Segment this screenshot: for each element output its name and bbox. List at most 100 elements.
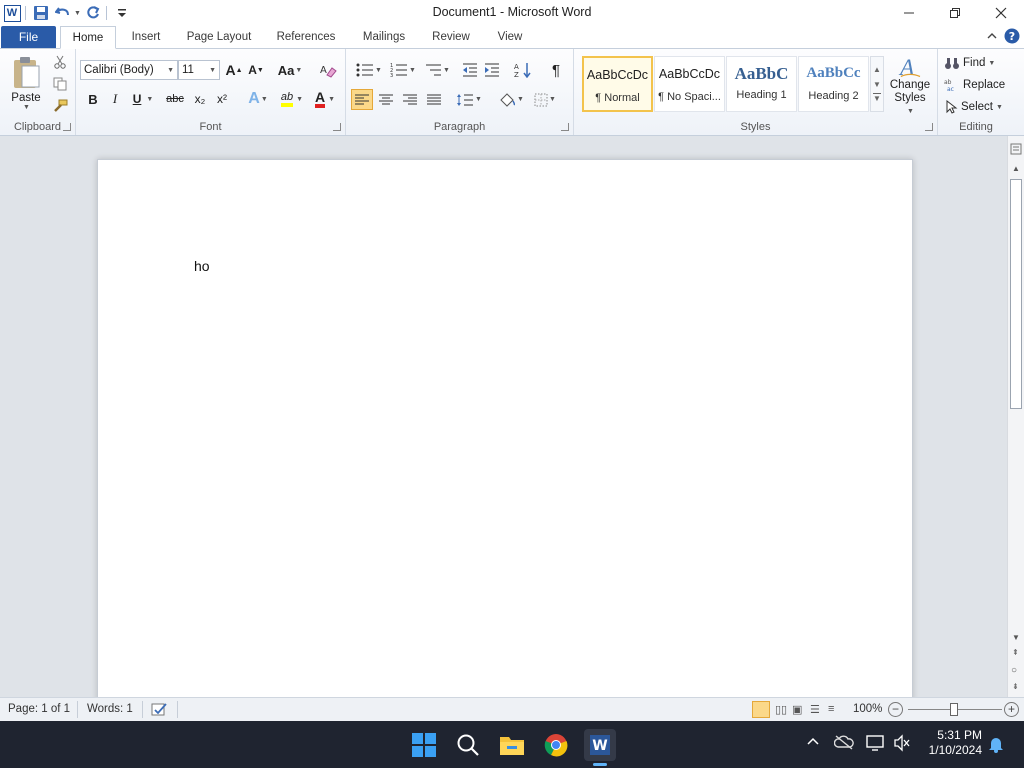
scrollbar-thumb[interactable] [1010, 179, 1022, 409]
font-size-combo[interactable]: 11 ▼ [178, 60, 220, 80]
tab-file[interactable]: File [1, 26, 56, 48]
shading-button[interactable]: ▼ [496, 89, 526, 110]
restore-button[interactable] [932, 0, 978, 26]
chrome-icon[interactable] [540, 729, 572, 761]
font-family-combo[interactable]: Calibri (Body) ▼ [80, 60, 178, 80]
window-title: Document1 - Microsoft Word [432, 5, 592, 19]
cut-button[interactable] [50, 53, 70, 71]
style-heading-1[interactable]: AaBbC Heading 1 [726, 56, 797, 112]
highlight-button[interactable]: ab ▼ [276, 89, 308, 109]
underline-button[interactable]: U ▼ [128, 89, 158, 109]
subscript-button[interactable]: x₂ [190, 89, 210, 109]
styles-more-icon[interactable]: ▼ [873, 93, 881, 103]
ruler-toggle-icon[interactable] [1010, 142, 1022, 156]
format-painter-button[interactable] [50, 97, 70, 115]
search-icon[interactable] [452, 729, 484, 761]
bullets-button[interactable]: ▼ [354, 60, 384, 80]
justify-button[interactable] [423, 89, 445, 110]
minimize-button[interactable] [886, 0, 932, 26]
change-case-button[interactable]: Aa ▼ [276, 60, 304, 80]
close-button[interactable] [978, 0, 1024, 26]
proofing-icon[interactable] [150, 701, 168, 721]
speaker-muted-icon[interactable] [893, 734, 911, 755]
zoom-level[interactable]: 100% [853, 703, 882, 715]
onedrive-icon[interactable] [833, 734, 854, 753]
scroll-up-icon[interactable]: ▲ [1012, 164, 1020, 173]
system-clock[interactable]: 5:31 PM 1/10/2024 [929, 728, 982, 758]
word-count[interactable]: Words: 1 [87, 703, 133, 715]
show-formatting-button[interactable]: ¶ [546, 60, 566, 80]
notification-bell-icon[interactable] [988, 735, 1004, 756]
styles-up-icon[interactable]: ▲ [873, 65, 881, 74]
paragraph-dialog-launcher[interactable] [561, 123, 569, 131]
tab-view[interactable]: View [488, 26, 532, 48]
web-layout-icon[interactable]: ▣ [792, 703, 802, 716]
styles-dialog-launcher[interactable] [925, 123, 933, 131]
increase-indent-button[interactable] [482, 60, 502, 80]
select-button[interactable]: Select ▼ [944, 97, 1012, 117]
next-page-icon[interactable]: ⇟ [1012, 682, 1019, 691]
tab-references[interactable]: References [268, 26, 344, 48]
styles-scroll[interactable]: ▲ ▼ ▼ [870, 56, 884, 112]
font-dialog-launcher[interactable] [333, 123, 341, 131]
scroll-down-icon[interactable]: ▼ [1012, 633, 1020, 642]
word-taskbar-icon[interactable]: W [584, 729, 616, 766]
print-layout-view-icon[interactable] [752, 701, 770, 718]
font-color-button[interactable]: A ▼ [310, 89, 340, 109]
strikethrough-button[interactable]: abc [164, 89, 186, 109]
tab-review[interactable]: Review [424, 26, 478, 48]
title-bar: W ▼ Document1 - Microsoft Word [0, 0, 1024, 26]
change-styles-button[interactable]: A Change Styles ▼ [886, 54, 934, 118]
display-icon[interactable] [866, 734, 886, 755]
style-normal[interactable]: AaBbCcDc ¶ Normal [582, 56, 653, 112]
grow-font-button[interactable]: A ▲ [224, 60, 244, 80]
outline-view-icon[interactable]: ☰ [810, 703, 820, 716]
status-separator [142, 701, 143, 718]
align-center-button[interactable] [375, 89, 397, 110]
find-button[interactable]: Find ▼ [944, 53, 1010, 73]
tab-mailings[interactable]: Mailings [354, 26, 414, 48]
svg-text:ac: ac [947, 86, 954, 92]
document-text[interactable]: ho [194, 258, 210, 274]
text-effects-button[interactable]: A ▼ [244, 89, 272, 109]
help-icon[interactable]: ? [1004, 28, 1020, 44]
minimize-ribbon-icon[interactable] [986, 31, 998, 41]
styles-down-icon[interactable]: ▼ [873, 80, 881, 89]
zoom-slider-thumb[interactable] [950, 703, 958, 716]
chevron-up-icon[interactable] [806, 735, 820, 752]
multilevel-list-button[interactable]: ▼ [422, 60, 452, 80]
draft-view-icon[interactable]: ≡ [828, 703, 834, 715]
borders-button[interactable]: ▼ [530, 89, 560, 110]
document-page[interactable]: ho [97, 159, 913, 697]
shrink-font-button[interactable]: A ▼ [246, 60, 266, 80]
windows-start-icon[interactable] [408, 729, 440, 761]
zoom-out-button[interactable]: − [888, 702, 903, 717]
tab-home[interactable]: Home [60, 26, 116, 49]
italic-button[interactable]: I [106, 89, 124, 109]
replace-button[interactable]: ab ac Replace [944, 75, 1014, 95]
paste-button[interactable]: Paste ▼ [6, 53, 46, 113]
file-explorer-icon[interactable] [496, 729, 528, 761]
numbering-button[interactable]: 1 2 3 ▼ [388, 60, 418, 80]
clipboard-dialog-launcher[interactable] [63, 123, 71, 131]
previous-page-icon[interactable]: ⇞ [1012, 648, 1019, 657]
tab-insert[interactable]: Insert [122, 26, 170, 48]
sort-button[interactable]: AZ [512, 60, 534, 80]
line-spacing-button[interactable]: ▼ [454, 89, 484, 110]
vertical-scrollbar[interactable]: ▲ ▼ ⇞ ○ ⇟ [1007, 136, 1024, 697]
zoom-in-button[interactable]: + [1004, 702, 1019, 717]
tab-page-layout[interactable]: Page Layout [180, 26, 258, 48]
select-browse-object-icon[interactable]: ○ [1011, 665, 1017, 676]
full-screen-reading-icon[interactable]: ▯▯ [775, 703, 787, 716]
copy-button[interactable] [50, 75, 70, 93]
paste-label: Paste [11, 91, 41, 104]
style-heading-2[interactable]: AaBbCc Heading 2 [798, 56, 869, 112]
decrease-indent-button[interactable] [460, 60, 480, 80]
page-count[interactable]: Page: 1 of 1 [8, 703, 70, 715]
align-right-button[interactable] [399, 89, 421, 110]
style-no-spacing[interactable]: AaBbCcDc ¶ No Spaci... [654, 56, 725, 112]
bold-button[interactable]: B [84, 89, 102, 109]
align-left-button[interactable] [351, 89, 373, 110]
superscript-button[interactable]: x² [212, 89, 232, 109]
clear-formatting-button[interactable]: A [318, 60, 338, 80]
